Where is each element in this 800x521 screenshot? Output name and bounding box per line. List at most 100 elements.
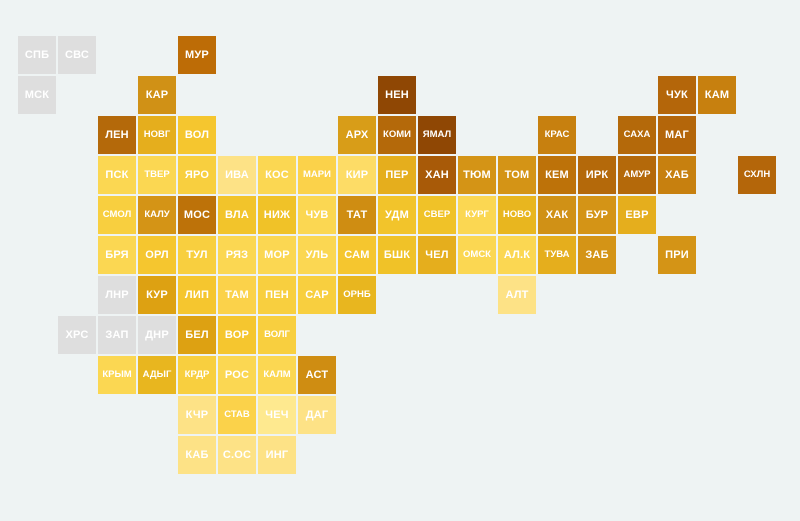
region-tile-label: ОРЛ bbox=[145, 248, 169, 261]
region-tile[interactable]: ТВЕР bbox=[138, 156, 176, 194]
region-tile[interactable]: ИНГ bbox=[258, 436, 296, 474]
region-tile[interactable]: ЯРО bbox=[178, 156, 216, 194]
region-tile-label: ЗАБ bbox=[585, 248, 609, 261]
region-tile[interactable]: ТУЛ bbox=[178, 236, 216, 274]
region-tile[interactable]: ХАК bbox=[538, 196, 576, 234]
region-tile[interactable]: ЛЕН bbox=[98, 116, 136, 154]
region-tile[interactable]: АЛ.К bbox=[498, 236, 536, 274]
region-tile[interactable]: ВОР bbox=[218, 316, 256, 354]
region-tile[interactable]: УЛЬ bbox=[298, 236, 336, 274]
region-tile[interactable]: СМОЛ bbox=[98, 196, 136, 234]
region-tile[interactable]: МУР bbox=[178, 36, 216, 74]
region-tile[interactable]: БУР bbox=[578, 196, 616, 234]
region-tile[interactable]: ОРЛ bbox=[138, 236, 176, 274]
region-tile[interactable]: КРЫМ bbox=[98, 356, 136, 394]
region-tile[interactable]: БШК bbox=[378, 236, 416, 274]
region-tile[interactable]: КАМ bbox=[698, 76, 736, 114]
region-tile[interactable]: ТЮМ bbox=[458, 156, 496, 194]
region-tile[interactable]: ДАГ bbox=[298, 396, 336, 434]
region-tile[interactable]: КОС bbox=[258, 156, 296, 194]
region-tile[interactable]: КАБ bbox=[178, 436, 216, 474]
region-tile[interactable]: ЗАП bbox=[98, 316, 136, 354]
region-tile[interactable]: ВОЛГ bbox=[258, 316, 296, 354]
region-tile[interactable]: КЧР bbox=[178, 396, 216, 434]
region-tile[interactable]: РЯЗ bbox=[218, 236, 256, 274]
region-tile[interactable]: КУРГ bbox=[458, 196, 496, 234]
region-tile-label: ТУЛ bbox=[186, 248, 208, 261]
region-tile[interactable]: ОМСК bbox=[458, 236, 496, 274]
region-tile[interactable]: МСК bbox=[18, 76, 56, 114]
region-tile[interactable]: ТУВА bbox=[538, 236, 576, 274]
region-tile[interactable]: ЗАБ bbox=[578, 236, 616, 274]
region-tile[interactable]: ДНР bbox=[138, 316, 176, 354]
region-tile[interactable]: ПРИ bbox=[658, 236, 696, 274]
region-tile[interactable]: БЕЛ bbox=[178, 316, 216, 354]
region-tile[interactable]: ЛИП bbox=[178, 276, 216, 314]
region-tile[interactable]: ЕВР bbox=[618, 196, 656, 234]
region-tile[interactable]: ИРК bbox=[578, 156, 616, 194]
region-tile[interactable]: КАЛУ bbox=[138, 196, 176, 234]
region-tile[interactable]: НЕН bbox=[378, 76, 416, 114]
region-tile[interactable]: ТАМ bbox=[218, 276, 256, 314]
region-tile[interactable]: ПЕР bbox=[378, 156, 416, 194]
region-tile[interactable]: СХЛН bbox=[738, 156, 776, 194]
region-tile-label: ХРС bbox=[65, 328, 89, 341]
region-tile-label: ЧЕЛ bbox=[425, 248, 449, 261]
region-tile[interactable]: АСТ bbox=[298, 356, 336, 394]
region-tile[interactable]: ЛНР bbox=[98, 276, 136, 314]
region-tile[interactable]: РОС bbox=[218, 356, 256, 394]
region-tile[interactable]: ОРНБ bbox=[338, 276, 376, 314]
region-tile[interactable]: САР bbox=[298, 276, 336, 314]
region-tile[interactable]: АМУР bbox=[618, 156, 656, 194]
region-tile[interactable]: САХА bbox=[618, 116, 656, 154]
region-tile-label: МСК bbox=[24, 88, 50, 101]
region-tile[interactable]: МАГ bbox=[658, 116, 696, 154]
region-tile[interactable]: КРДР bbox=[178, 356, 216, 394]
region-tile[interactable]: МОР bbox=[258, 236, 296, 274]
region-tile[interactable]: ЯМАЛ bbox=[418, 116, 456, 154]
region-tile[interactable]: ЧЕЧ bbox=[258, 396, 296, 434]
region-tile[interactable]: КРАС bbox=[538, 116, 576, 154]
region-tile[interactable]: КУР bbox=[138, 276, 176, 314]
region-tile[interactable]: САМ bbox=[338, 236, 376, 274]
region-tile[interactable]: НОВГ bbox=[138, 116, 176, 154]
region-tile[interactable]: КАР bbox=[138, 76, 176, 114]
region-tile[interactable]: НИЖ bbox=[258, 196, 296, 234]
region-tile[interactable]: КЕМ bbox=[538, 156, 576, 194]
region-tile[interactable]: ИВА bbox=[218, 156, 256, 194]
region-tile[interactable]: ЧЕЛ bbox=[418, 236, 456, 274]
region-tile[interactable]: БРЯ bbox=[98, 236, 136, 274]
region-tile-label: БРЯ bbox=[105, 248, 129, 261]
region-tile-label: САР bbox=[305, 288, 329, 301]
region-tile[interactable]: ТАТ bbox=[338, 196, 376, 234]
region-tile[interactable]: АРХ bbox=[338, 116, 376, 154]
region-tile-label: СВЕР bbox=[423, 209, 451, 221]
region-tile[interactable]: ХРС bbox=[58, 316, 96, 354]
region-tile-label: ХАК bbox=[545, 208, 569, 221]
region-tile[interactable]: ХАН bbox=[418, 156, 456, 194]
region-tile[interactable]: ЧУВ bbox=[298, 196, 336, 234]
region-tile[interactable]: СПБ bbox=[18, 36, 56, 74]
region-tile[interactable]: ХАБ bbox=[658, 156, 696, 194]
region-tile[interactable]: АДЫГ bbox=[138, 356, 176, 394]
region-tile[interactable]: НОВО bbox=[498, 196, 536, 234]
region-tile[interactable]: КАЛМ bbox=[258, 356, 296, 394]
region-tile[interactable]: ПЕН bbox=[258, 276, 296, 314]
region-tile[interactable]: СВЕР bbox=[418, 196, 456, 234]
region-tile[interactable]: ЧУК bbox=[658, 76, 696, 114]
region-tile[interactable]: ВОЛ bbox=[178, 116, 216, 154]
region-tile[interactable]: МОС bbox=[178, 196, 216, 234]
region-tile[interactable]: КИР bbox=[338, 156, 376, 194]
region-tile[interactable]: ПСК bbox=[98, 156, 136, 194]
region-tile[interactable]: УДМ bbox=[378, 196, 416, 234]
region-tile[interactable]: ВЛА bbox=[218, 196, 256, 234]
region-tile[interactable]: АЛТ bbox=[498, 276, 536, 314]
region-tile[interactable]: СВС bbox=[58, 36, 96, 74]
region-tile-label: ДАГ bbox=[305, 408, 329, 421]
region-tile[interactable]: КОМИ bbox=[378, 116, 416, 154]
region-tile[interactable]: МАРИ bbox=[298, 156, 336, 194]
region-tile-label: ВОЛ bbox=[184, 128, 210, 141]
region-tile[interactable]: С.ОС bbox=[218, 436, 256, 474]
region-tile[interactable]: СТАВ bbox=[218, 396, 256, 434]
region-tile[interactable]: ТОМ bbox=[498, 156, 536, 194]
